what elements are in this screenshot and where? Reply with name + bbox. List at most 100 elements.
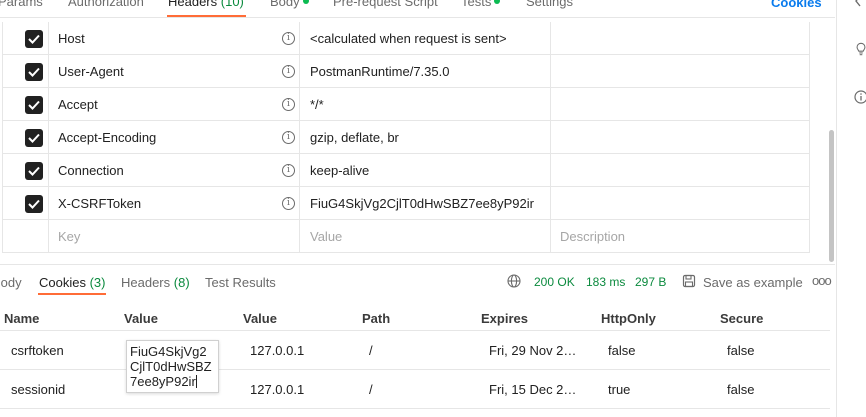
header-checkbox[interactable]: [25, 162, 43, 180]
new-description-input[interactable]: Description: [550, 220, 810, 253]
cookies-column-header[interactable]: Value: [243, 311, 277, 326]
cookie-name: csrftoken: [11, 343, 64, 358]
header-value-cell[interactable]: keep-alive: [299, 154, 550, 187]
header-row: Accept i */*: [2, 88, 810, 121]
response-size[interactable]: 297 B: [635, 275, 666, 289]
cookie-httponly: false: [608, 343, 636, 358]
tab-settings[interactable]: Settings: [526, 0, 573, 9]
header-row-new: Key Value Description: [2, 220, 810, 253]
tab-headers-count: (10): [220, 0, 244, 9]
header-checkbox[interactable]: [25, 63, 43, 81]
cookie-httponly: true: [608, 382, 631, 397]
tab-authorization[interactable]: Authorization: [68, 0, 144, 9]
cookie-expires: Fri, 29 Nov 2…: [489, 343, 577, 358]
header-value-cell[interactable]: */*: [299, 88, 550, 121]
header-description-cell[interactable]: [550, 88, 810, 121]
header-checkbox-cell: [2, 22, 48, 55]
header-key: Connection: [58, 163, 124, 178]
tab-body-label: Body: [270, 0, 300, 9]
tab-headers[interactable]: Headers (10): [168, 0, 244, 9]
cookie-domain: 127.0.0.1: [250, 382, 305, 397]
more-options-icon[interactable]: ooo: [812, 273, 832, 288]
info-icon[interactable]: i: [282, 131, 295, 144]
response-status[interactable]: 200 OK: [534, 275, 575, 289]
header-description-cell[interactable]: [550, 187, 810, 220]
save-as-example-button[interactable]: Save as example: [703, 275, 803, 290]
globe-icon[interactable]: [507, 274, 521, 288]
header-checkbox[interactable]: [25, 195, 43, 213]
response-tab-test-results[interactable]: Test Results: [205, 275, 276, 290]
cookies-column-header[interactable]: Path: [362, 311, 390, 326]
cookie-secure: false: [727, 382, 755, 397]
header-key-cell[interactable]: Accept-Encoding i: [48, 121, 299, 154]
lightbulb-icon[interactable]: [854, 42, 866, 56]
header-value: <calculated when request is sent>: [310, 31, 507, 46]
response-time[interactable]: 183 ms: [586, 275, 625, 289]
code-icon[interactable]: [855, 0, 866, 8]
response-tab-body[interactable]: Body: [0, 275, 22, 290]
cookie-path: /: [369, 343, 373, 358]
cookie-row: sessionid 127.0.0.1 / Fri, 15 Dec 2… true fal…: [0, 370, 830, 409]
header-value-cell[interactable]: PostmanRuntime/7.35.0: [299, 55, 550, 88]
response-tab-cookies-count: (3): [89, 275, 106, 290]
info-icon[interactable]: i: [282, 197, 295, 210]
header-value-cell[interactable]: FiuG4SkjVg2CjlT0dHwSBZ7ee8yP92ir: [299, 187, 550, 220]
info-icon[interactable]: i: [282, 32, 295, 45]
header-row: X-CSRFToken i FiuG4SkjVg2CjlT0dHwSBZ7ee8yP…: [2, 187, 810, 220]
save-icon[interactable]: [682, 274, 696, 288]
cookies-column-header[interactable]: Expires: [481, 311, 528, 326]
response-active-tab-indicator: [38, 293, 106, 295]
info-icon[interactable]: i: [282, 98, 295, 111]
info-icon[interactable]: i: [282, 164, 295, 177]
cookies-column-header[interactable]: HttpOnly: [601, 311, 656, 326]
header-checkbox[interactable]: [25, 96, 43, 114]
header-checkbox[interactable]: [25, 30, 43, 48]
response-tab-cookies[interactable]: Cookies (3): [39, 275, 105, 290]
tab-body[interactable]: Body: [270, 0, 309, 9]
new-key-input[interactable]: Key: [48, 220, 299, 253]
header-key-cell[interactable]: Host i: [48, 22, 299, 55]
header-key-cell[interactable]: Connection i: [48, 154, 299, 187]
header-value-cell[interactable]: <calculated when request is sent>: [299, 22, 550, 55]
checkmark-icon: [28, 166, 40, 176]
tab-params[interactable]: Params: [0, 0, 43, 9]
active-tab-indicator: [167, 15, 246, 17]
tab-headers-label: Headers: [168, 0, 218, 9]
cookies-column-header[interactable]: Name: [4, 311, 39, 326]
cookie-value-popup[interactable]: FiuG4SkjVg2CjlT0dHwSBZ7ee8yP92ir: [126, 340, 219, 393]
header-description-cell[interactable]: [550, 22, 810, 55]
header-description-cell[interactable]: [550, 154, 810, 187]
header-value: PostmanRuntime/7.35.0: [310, 64, 450, 79]
header-key: Accept: [58, 97, 98, 112]
cookies-column-header[interactable]: Value: [124, 311, 158, 326]
header-key: Host: [58, 31, 85, 46]
header-value-cell[interactable]: gzip, deflate, br: [299, 121, 550, 154]
header-key-cell[interactable]: User-Agent i: [48, 55, 299, 88]
header-checkbox-cell: [2, 154, 48, 187]
header-row: User-Agent i PostmanRuntime/7.35.0: [2, 55, 810, 88]
header-key-cell[interactable]: X-CSRFToken i: [48, 187, 299, 220]
scrollbar-thumb[interactable]: [829, 130, 834, 262]
header-description-cell[interactable]: [550, 121, 810, 154]
header-key-cell[interactable]: Accept i: [48, 88, 299, 121]
cookies-column-header[interactable]: Secure: [720, 311, 763, 326]
tab-prerequest-script[interactable]: Pre-request Script: [333, 0, 438, 9]
right-sidebar: [836, 0, 866, 417]
cookies-table: Name Value Value Path Expires HttpOnly Secure c…: [0, 301, 830, 409]
cookie-value-text: FiuG4SkjVg2CjlT0dHwSBZ7ee8yP92ir: [130, 344, 212, 389]
cookies-link[interactable]: Cookies: [771, 0, 822, 10]
tab-tests[interactable]: Tests: [461, 0, 501, 9]
body-indicator-dot: [302, 0, 309, 4]
header-description-cell[interactable]: [550, 55, 810, 88]
info-icon[interactable]: i: [282, 65, 295, 78]
header-row: Accept-Encoding i gzip, deflate, br: [2, 121, 810, 154]
header-checkbox-cell: [2, 88, 48, 121]
new-value-input[interactable]: Value: [299, 220, 550, 253]
cookie-row: csrftoken 127.0.0.1 / Fri, 29 Nov 2… false fa…: [0, 331, 830, 370]
key-placeholder: Key: [58, 229, 81, 244]
response-tab-headers-count: (8): [173, 275, 190, 290]
info-icon[interactable]: [854, 90, 866, 104]
response-tab-headers[interactable]: Headers (8): [121, 275, 190, 290]
header-checkbox[interactable]: [25, 129, 43, 147]
checkmark-icon: [28, 67, 40, 77]
